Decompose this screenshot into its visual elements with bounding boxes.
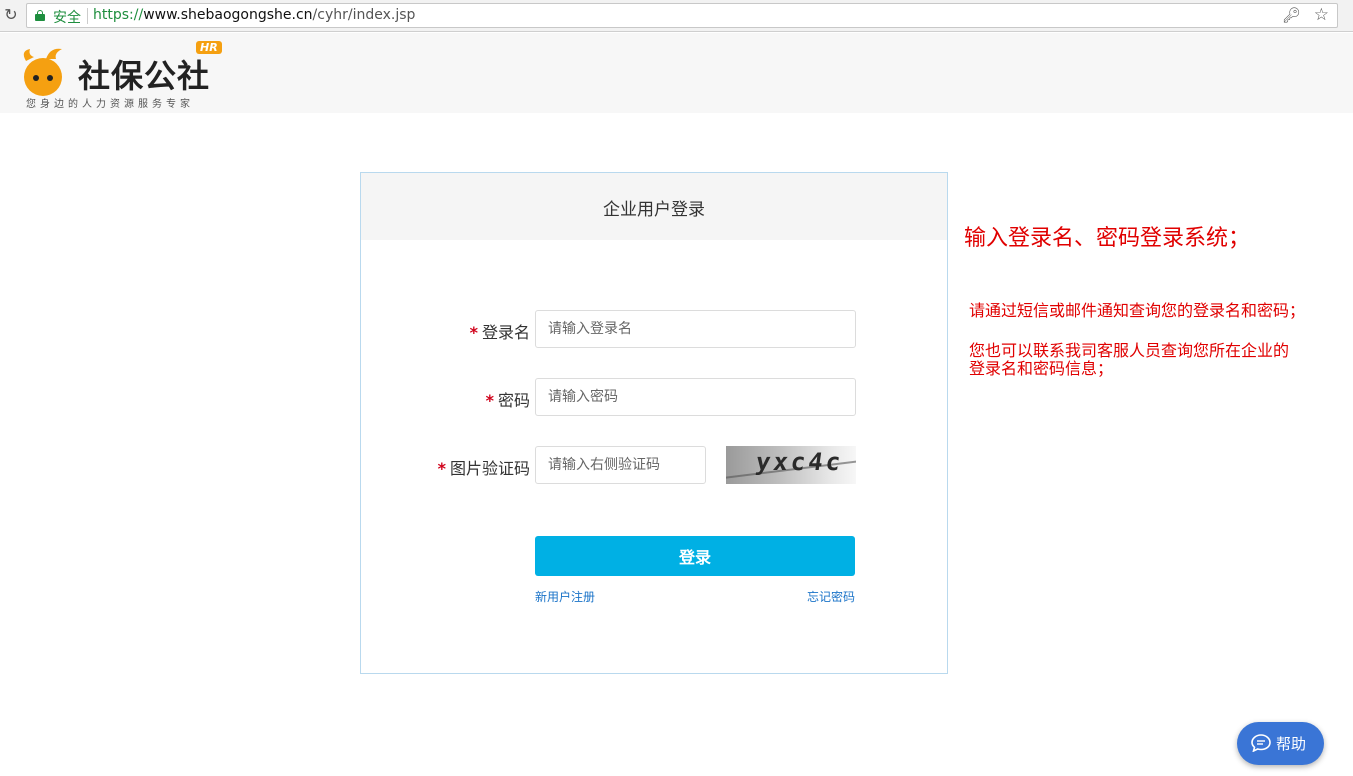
annotation-login-instruction: 输入登录名、密码登录系统；: [964, 226, 1251, 251]
forgot-password-link[interactable]: 忘记密码: [807, 588, 855, 605]
secure-label: 安全: [53, 10, 81, 26]
url-text: https://www.shebaogongshe.cn/cyhr/index.…: [93, 7, 415, 23]
captcha-label: * 图片验证码: [438, 455, 530, 479]
reload-icon[interactable]: ↻: [2, 6, 20, 24]
bookmark-star-icon[interactable]: ☆: [1314, 5, 1329, 25]
key-icon[interactable]: 🔑︎: [1282, 6, 1301, 24]
register-link[interactable]: 新用户注册: [535, 588, 595, 605]
site-header: 社保公社 HR 您身边的人力资源服务专家: [0, 33, 1353, 113]
browser-toolbar: ↻ 安全 https://www.shebaogongshe.cn/cyhr/i…: [0, 0, 1353, 32]
help-button[interactable]: 帮助: [1237, 722, 1324, 765]
required-mark: *: [485, 391, 494, 410]
chat-bubble-icon: [1251, 734, 1271, 752]
password-input[interactable]: [535, 378, 856, 416]
captcha-label-text: 图片验证码: [449, 459, 530, 478]
address-bar[interactable]: 安全 https://www.shebaogongshe.cn/cyhr/ind…: [26, 3, 1338, 28]
captcha-image[interactable]: yxc4c: [726, 446, 856, 484]
url-scheme: https://: [93, 7, 144, 23]
username-label-text: 登录名: [481, 323, 530, 342]
help-label: 帮助: [1276, 735, 1307, 753]
login-title: 企业用户登录: [603, 200, 705, 220]
url-host: www.shebaogongshe.cn: [143, 7, 313, 23]
site-logo[interactable]: 社保公社 HR 您身边的人力资源服务专家: [14, 37, 244, 110]
username-label: * 登录名: [470, 319, 530, 343]
annotation-contact-line2: 登录名和密码信息；: [969, 359, 1114, 378]
password-label: * 密码: [486, 387, 530, 411]
url-path: /cyhr/index.jsp: [312, 7, 416, 23]
logo-badge: HR: [196, 41, 222, 54]
logo-slogan: 您身边的人力资源服务专家: [26, 99, 194, 110]
lock-icon: [35, 10, 45, 21]
required-mark: *: [469, 323, 478, 342]
mascot-icon: [23, 48, 62, 96]
address-divider: [87, 8, 88, 24]
username-input[interactable]: [535, 310, 856, 348]
login-panel: 企业用户登录 *登录名 *密码 *图片验证码 yxc4c 登录 新用户注册 忘记…: [360, 172, 948, 674]
login-button[interactable]: 登录: [535, 536, 855, 576]
captcha-input[interactable]: [535, 446, 706, 484]
captcha-text: yxc4c: [754, 448, 846, 476]
required-mark: *: [437, 459, 446, 478]
logo-name: 社保公社: [78, 57, 211, 95]
login-panel-header: 企业用户登录: [361, 173, 947, 240]
password-label-text: 密码: [497, 391, 530, 410]
annotation-notice: 请通过短信或邮件通知查询您的登录名和密码；: [969, 301, 1306, 320]
